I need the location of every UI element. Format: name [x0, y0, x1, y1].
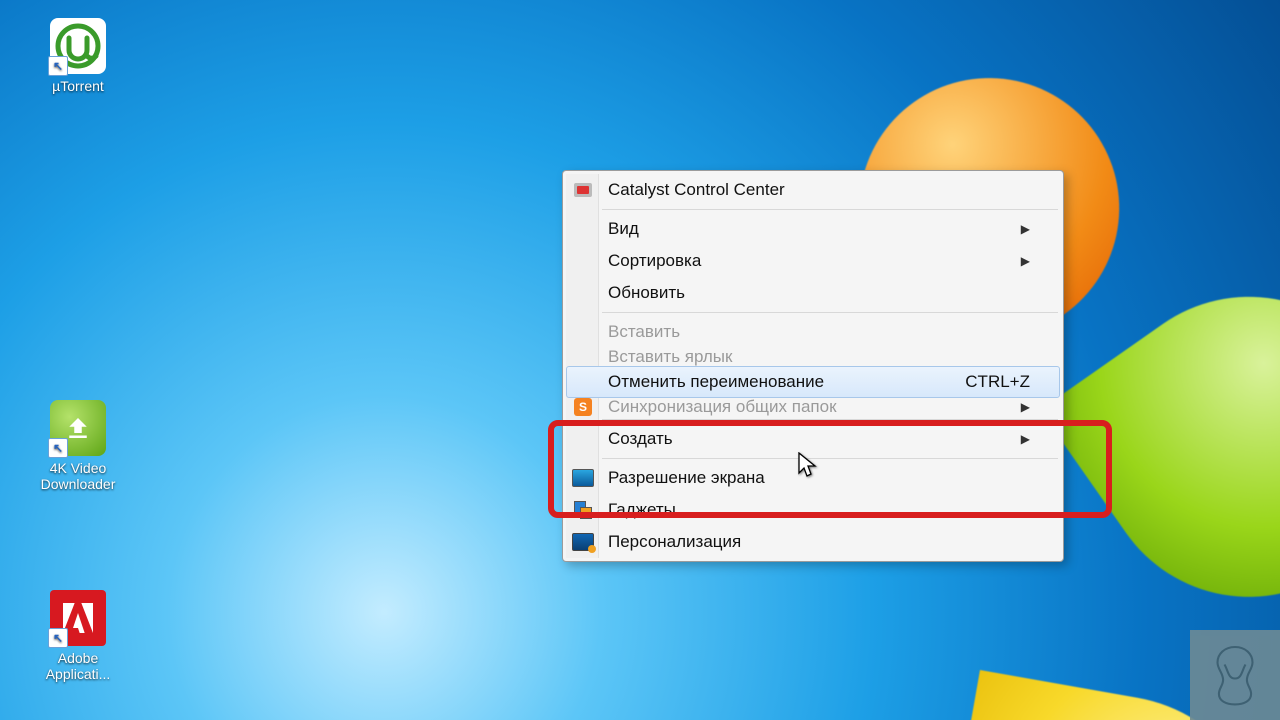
menu-item-label: Вставить ярлык — [608, 348, 732, 366]
monitor-icon — [572, 467, 594, 489]
menu-item-shared-folder-sync[interactable]: S Синхронизация общих папок ▶ — [566, 398, 1060, 416]
menu-item-paste-shortcut: Вставить ярлык — [566, 348, 1060, 366]
menu-item-accelerator: CTRL+Z — [965, 372, 1030, 392]
gadgets-icon — [572, 499, 594, 521]
menu-item-personalize[interactable]: Персонализация — [566, 526, 1060, 558]
menu-item-undo-rename[interactable]: Отменить переименование CTRL+Z — [566, 366, 1060, 398]
submenu-arrow-icon: ▶ — [1021, 254, 1030, 268]
shortcut-overlay-icon — [48, 438, 68, 458]
desktop-icon-utorrent[interactable]: µTorrent — [28, 18, 128, 94]
shortcut-overlay-icon — [48, 628, 68, 648]
menu-item-label: Обновить — [608, 283, 685, 303]
menu-item-label: Создать — [608, 429, 673, 449]
desktop-context-menu: Catalyst Control Center Вид ▶ Сортировка… — [562, 170, 1064, 562]
desktop-icon-4kvideo[interactable]: 4K Video Downloader — [28, 400, 128, 492]
menu-item-view[interactable]: Вид ▶ — [566, 213, 1060, 245]
desktop[interactable]: µTorrent 4K Video Downloader Adobe Appli… — [0, 0, 1280, 720]
menu-item-label: Синхронизация общих папок — [608, 398, 837, 416]
ati-icon — [572, 179, 594, 201]
groove-icon: S — [572, 398, 594, 416]
menu-item-new[interactable]: Создать ▶ — [566, 423, 1060, 455]
desktop-icon-label: µTorrent — [28, 78, 128, 94]
menu-item-label: Вид — [608, 219, 639, 239]
watermark-badge — [1190, 630, 1280, 720]
submenu-arrow-icon: ▶ — [1021, 432, 1030, 446]
menu-separator — [602, 419, 1058, 420]
menu-item-gadgets[interactable]: Гаджеты — [566, 494, 1060, 526]
menu-item-label: Вставить — [608, 322, 680, 342]
desktop-icon-adobe[interactable]: Adobe Applicati... — [28, 590, 128, 682]
menu-item-label: Гаджеты — [608, 500, 676, 520]
desktop-icon-label: 4K Video Downloader — [28, 460, 128, 492]
shortcut-overlay-icon — [48, 56, 68, 76]
submenu-arrow-icon: ▶ — [1021, 400, 1030, 414]
menu-item-screen-resolution[interactable]: Разрешение экрана — [566, 462, 1060, 494]
menu-item-label: Сортировка — [608, 251, 701, 271]
menu-separator — [602, 209, 1058, 210]
desktop-icon-label: Adobe Applicati... — [28, 650, 128, 682]
menu-item-label: Персонализация — [608, 532, 741, 552]
menu-item-refresh[interactable]: Обновить — [566, 277, 1060, 309]
personalize-icon — [572, 531, 594, 553]
menu-separator — [602, 458, 1058, 459]
menu-item-label: Отменить переименование — [608, 372, 824, 392]
menu-item-label: Разрешение экрана — [608, 468, 765, 488]
menu-item-label: Catalyst Control Center — [608, 180, 785, 200]
menu-item-catalyst-control-center[interactable]: Catalyst Control Center — [566, 174, 1060, 206]
submenu-arrow-icon: ▶ — [1021, 222, 1030, 236]
menu-item-sort[interactable]: Сортировка ▶ — [566, 245, 1060, 277]
menu-separator — [602, 312, 1058, 313]
menu-item-paste: Вставить — [566, 316, 1060, 348]
